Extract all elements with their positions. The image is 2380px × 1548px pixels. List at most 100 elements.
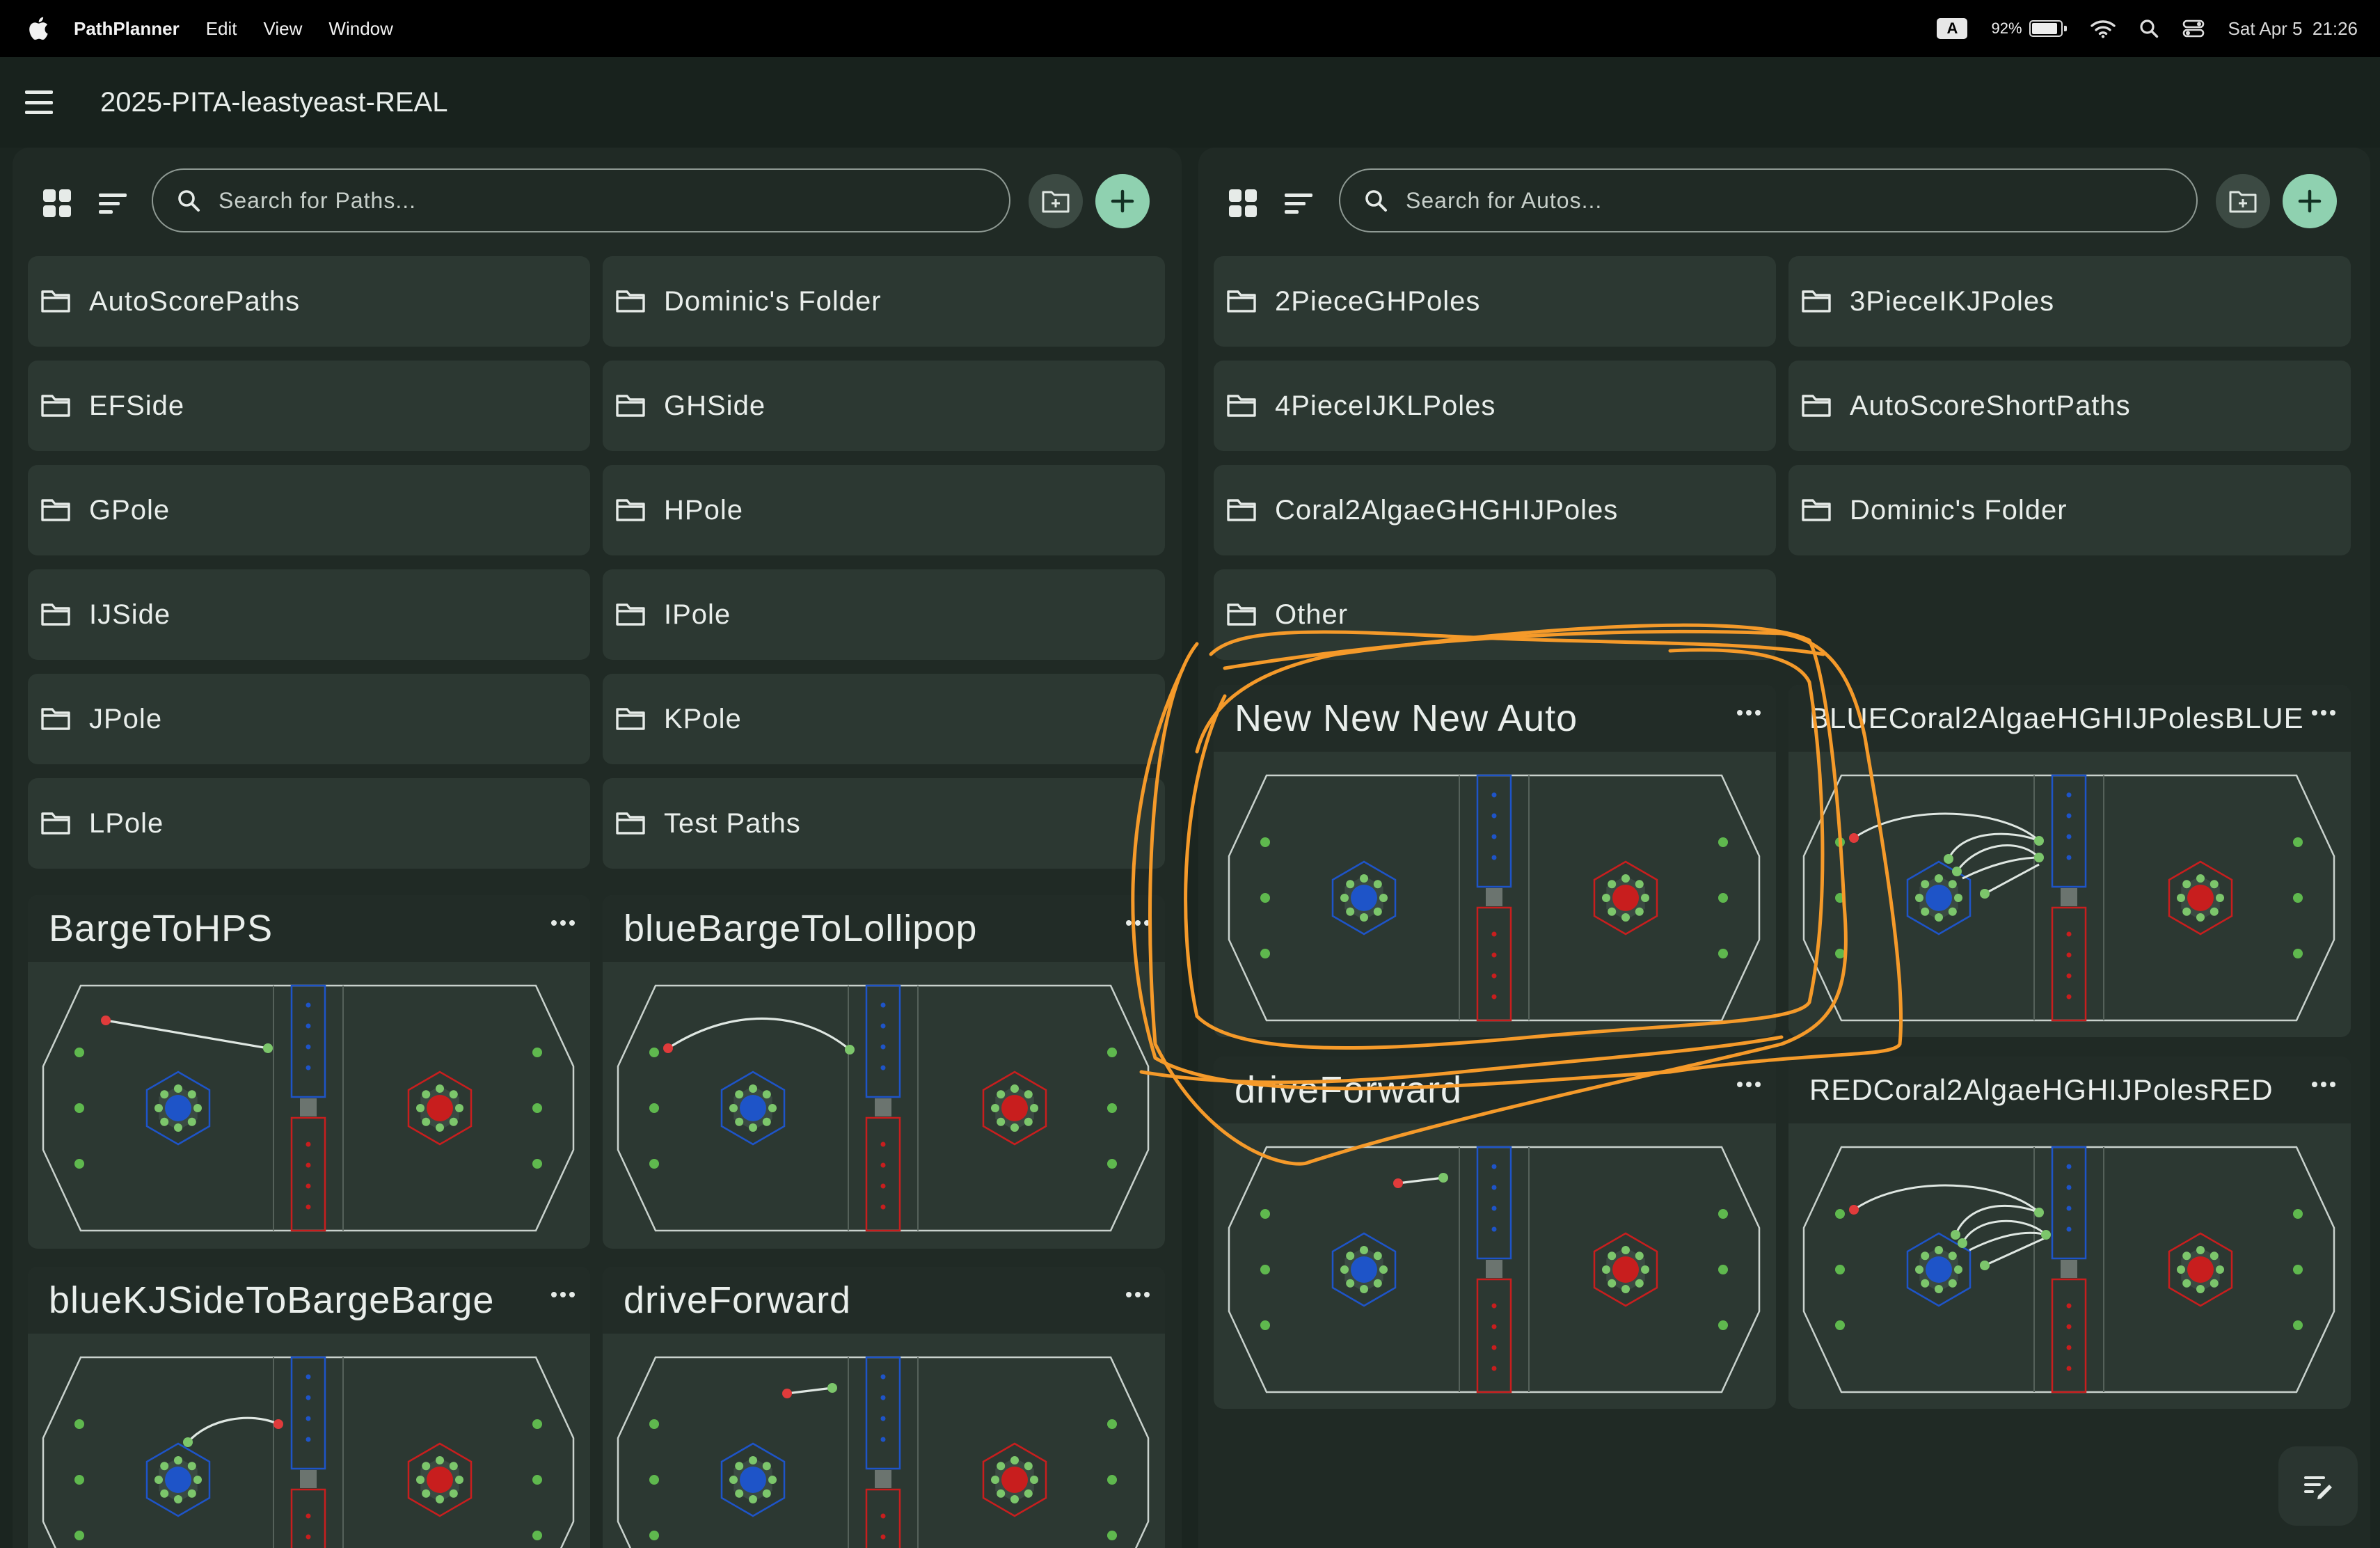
auto-folder-card[interactable]: Other [1214, 569, 1776, 660]
folder-label: JPole [89, 703, 163, 734]
auto-folder-card[interactable]: Dominic's Folder [1788, 465, 2351, 555]
more-options-icon[interactable] [2312, 1082, 2335, 1087]
auto-name: driveForward [1235, 1069, 1463, 1111]
apple-icon[interactable] [28, 17, 49, 40]
path-folder-card[interactable]: GPole [28, 465, 590, 555]
spotlight-search-icon[interactable] [2139, 19, 2159, 38]
path-card[interactable]: BargeToHPS [28, 895, 590, 1249]
path-card[interactable]: driveForward [603, 1267, 1165, 1548]
telemetry-button[interactable] [2278, 1446, 2358, 1526]
reef-center [165, 1467, 191, 1493]
more-options-icon[interactable] [1126, 1292, 1150, 1297]
algae-marker [416, 1104, 425, 1112]
path-trajectory [786, 1387, 833, 1395]
path-folder-card[interactable]: LPole [28, 778, 590, 869]
more-options-icon[interactable] [551, 1292, 575, 1297]
algae-marker [729, 1104, 738, 1112]
menu-view[interactable]: View [264, 18, 303, 40]
folder-icon [1802, 290, 1831, 313]
menubar-datetime[interactable]: Sat Apr 5 21:26 [2228, 18, 2358, 40]
path-folder-card[interactable]: Test Paths [603, 778, 1165, 869]
algae-marker [1024, 1090, 1033, 1099]
autos-search-input[interactable] [1404, 187, 2092, 214]
path-card-header: blueKJSideToBargeBarge [28, 1267, 590, 1334]
staging-marker [1835, 1265, 1845, 1274]
control-center-icon[interactable] [2182, 19, 2205, 38]
red-barge [865, 1116, 901, 1232]
auto-folder-card[interactable]: Coral2AlgaeGHGHIJPoles [1214, 465, 1776, 555]
more-options-icon[interactable] [1126, 920, 1150, 926]
path-folder-card[interactable]: JPole [28, 674, 590, 764]
field-background [617, 1356, 1150, 1548]
sort-icon[interactable] [1285, 189, 1312, 217]
more-options-icon[interactable] [1737, 1082, 1761, 1087]
reef-center [165, 1095, 191, 1121]
auto-card[interactable]: New New New Auto [1214, 685, 1776, 1037]
algae-marker [1608, 1279, 1617, 1288]
algae-marker [1915, 894, 1923, 902]
menu-edit[interactable]: Edit [206, 18, 237, 40]
paths-search-input[interactable] [217, 187, 905, 214]
auto-folder-card[interactable]: 3PieceIKJPoles [1788, 256, 2351, 347]
more-options-icon[interactable] [1737, 710, 1761, 716]
wifi-icon[interactable] [2090, 19, 2116, 38]
more-options-icon[interactable] [551, 920, 575, 926]
staging-marker [1260, 893, 1270, 903]
path-folder-card[interactable]: IJSide [28, 569, 590, 660]
path-folder-card[interactable]: KPole [603, 674, 1165, 764]
algae-marker [160, 1090, 169, 1099]
folder-icon [616, 499, 645, 521]
new-auto-folder-button[interactable] [2216, 174, 2270, 228]
sort-icon[interactable] [99, 189, 127, 217]
path-folder-card[interactable]: EFSide [28, 361, 590, 451]
paths-toolbar [13, 168, 1182, 238]
algae-marker [436, 1456, 444, 1464]
auto-card[interactable]: REDCoral2AlgaeHGHIJPolesRED [1788, 1057, 2351, 1409]
reef-center [1612, 1256, 1639, 1283]
grid-view-icon[interactable] [1229, 189, 1257, 217]
folder-icon [616, 708, 645, 730]
blue-barge [290, 1356, 326, 1470]
staging-marker [1718, 1209, 1728, 1219]
path-card[interactable]: blueBargeToLollipop [603, 895, 1165, 1249]
input-source-badge[interactable]: A [1937, 18, 1968, 39]
path-folder-card[interactable]: Dominic's Folder [603, 256, 1165, 347]
grid-view-icon[interactable] [43, 189, 71, 217]
field-preview [617, 1356, 1150, 1548]
path-folder-card[interactable]: AutoScorePaths [28, 256, 590, 347]
paths-search-bar[interactable] [152, 168, 1010, 232]
add-auto-button[interactable] [2283, 174, 2337, 228]
autos-search-bar[interactable] [1339, 168, 2198, 232]
staging-marker [1835, 1320, 1845, 1330]
auto-card[interactable]: BLUECoral2AlgaeHGHIJPolesBLUE [1788, 685, 2351, 1037]
path-folder-card[interactable]: HPole [603, 465, 1165, 555]
field-preview [1802, 774, 2335, 1022]
algae-marker [174, 1123, 182, 1132]
staging-marker [532, 1103, 542, 1113]
algae-marker [1024, 1117, 1033, 1126]
menu-app-name[interactable]: PathPlanner [74, 18, 180, 40]
battery-status[interactable]: 92% [1991, 19, 2067, 38]
add-path-button[interactable] [1095, 174, 1150, 228]
battery-percent: 92% [1991, 19, 2022, 37]
new-path-folder-button[interactable] [1029, 174, 1083, 228]
staging-marker [532, 1159, 542, 1169]
auto-card[interactable]: driveForward [1214, 1057, 1776, 1409]
hamburger-menu-icon[interactable] [25, 90, 53, 114]
algae-marker [1608, 907, 1617, 916]
algae-marker [2177, 894, 2185, 902]
algae-marker [2210, 880, 2219, 889]
more-options-icon[interactable] [2312, 710, 2335, 716]
staging-marker [1107, 1048, 1117, 1057]
menu-window[interactable]: Window [328, 18, 392, 40]
path-card[interactable]: blueKJSideToBargeBarge [28, 1267, 590, 1548]
algae-marker [154, 1104, 163, 1112]
path-folder-card[interactable]: GHSide [603, 361, 1165, 451]
staging-marker [1107, 1103, 1117, 1113]
auto-folder-card[interactable]: AutoScoreShortPaths [1788, 361, 2351, 451]
staging-marker [649, 1103, 659, 1113]
auto-folder-card[interactable]: 2PieceGHPoles [1214, 256, 1776, 347]
path-folder-card[interactable]: IPole [603, 569, 1165, 660]
algae-marker [1360, 874, 1368, 883]
auto-folder-card[interactable]: 4PieceIJKLPoles [1214, 361, 1776, 451]
